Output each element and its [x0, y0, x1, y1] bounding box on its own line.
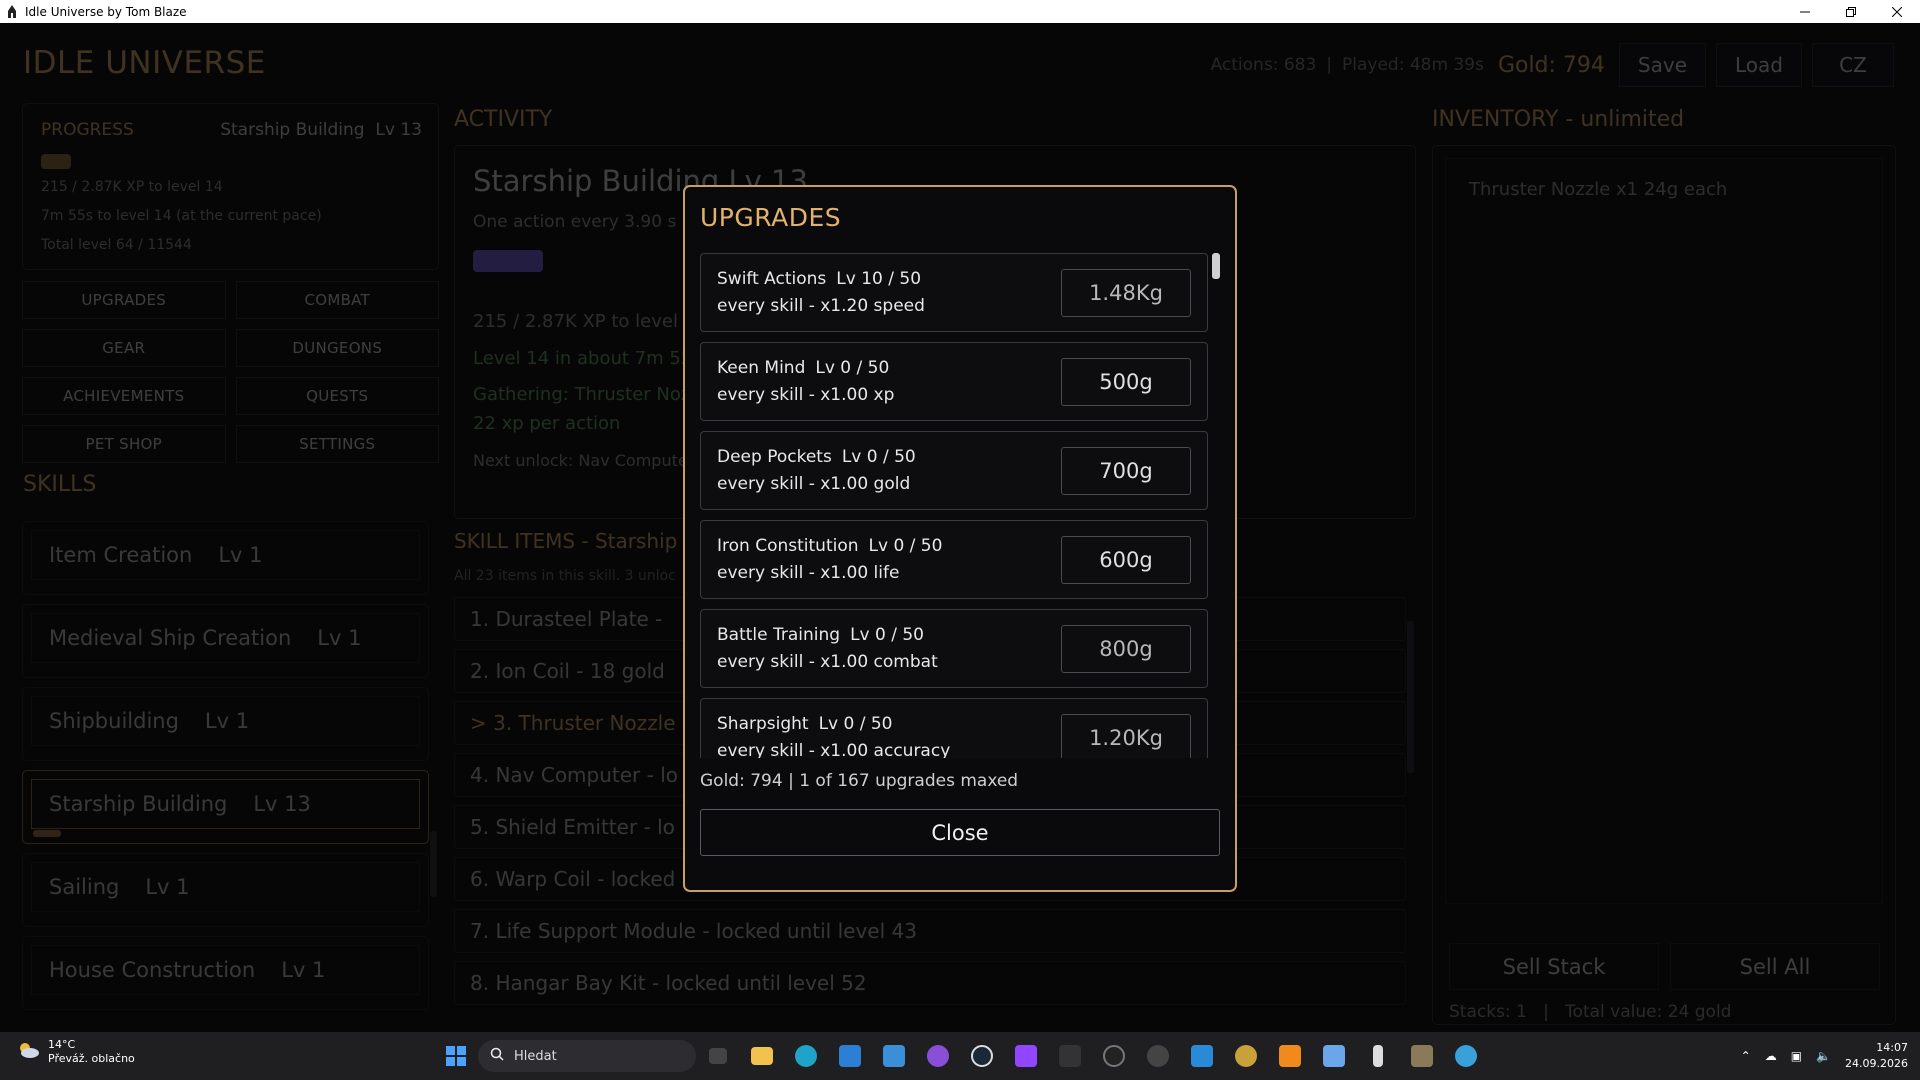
upgrade-name: Swift Actions: [717, 269, 827, 289]
gimp-icon[interactable]: [1400, 1032, 1444, 1080]
upgrade-level: Lv 0 / 50: [815, 358, 890, 378]
outlook-icon[interactable]: [872, 1032, 916, 1080]
upgrade-name: Iron Constitution: [717, 536, 859, 556]
network-icon[interactable]: ▣: [1791, 1049, 1802, 1063]
vscode-icon[interactable]: [1180, 1032, 1224, 1080]
app-w-icon[interactable]: [1224, 1032, 1268, 1080]
weather-temp: 14°C: [48, 1038, 76, 1051]
upgrade-desc: every skill - x1.20 speed: [717, 296, 925, 316]
upgrade-name: Deep Pockets: [717, 447, 832, 467]
file-explorer-icon[interactable]: [740, 1032, 784, 1080]
weather-desc: Převáž. oblačno: [48, 1052, 135, 1065]
upgrade-desc: every skill - x1.00 combat: [717, 652, 938, 672]
upgrade-card: Sharpsight Lv 0 / 50 every skill - x1.00 …: [700, 698, 1208, 758]
taskbar: 14°C Převáž. oblačno Hledat ⌃ ☁ ▣ 🔈 14:07…: [0, 1032, 1920, 1080]
search-placeholder: Hledat: [514, 1048, 557, 1064]
upgrade-level: Lv 0 / 50: [841, 447, 916, 467]
system-tray: ⌃ ☁ ▣ 🔈 14:07 24.09.2026: [1741, 1032, 1908, 1080]
twitch-icon[interactable]: [1004, 1032, 1048, 1080]
cloud-sync-icon[interactable]: ☁: [1765, 1049, 1777, 1063]
upgrades-modal: UPGRADES Swift Actions Lv 10 / 50 every s…: [683, 185, 1237, 892]
upgrades-list: Swift Actions Lv 10 / 50 every skill - x1…: [700, 253, 1208, 758]
clock-date: 24.09.2026: [1845, 1057, 1908, 1070]
upgrade-card: Keen Mind Lv 0 / 50 every skill - x1.00 x…: [700, 342, 1208, 421]
upgrade-level: Lv 10 / 50: [836, 269, 922, 289]
modal-title: UPGRADES: [700, 203, 842, 232]
volume-icon[interactable]: 🔈: [1816, 1049, 1831, 1063]
epic-icon[interactable]: [1048, 1032, 1092, 1080]
modal-footer: Gold: 794 | 1 of 167 upgrades maxed: [700, 771, 1019, 791]
app-icon: [5, 4, 19, 19]
weather-widget[interactable]: 14°C Převáž. oblačno: [16, 1038, 135, 1066]
app-area: IDLE UNIVERSE Actions: 683 | Played: 48m…: [0, 23, 1920, 1032]
upgrade-level: Lv 0 / 50: [850, 625, 924, 645]
upgrade-card: Battle Training Lv 0 / 50 every skill - x…: [700, 609, 1208, 688]
upgrade-desc: every skill - x1.00 gold: [717, 474, 911, 494]
close-window-icon[interactable]: [1874, 0, 1920, 23]
upgrade-name: Keen Mind: [717, 358, 806, 378]
close-modal-button[interactable]: Close: [700, 809, 1220, 856]
buy-upgrade-button[interactable]: 800g: [1061, 625, 1191, 673]
pinned-apps: [696, 1032, 1488, 1080]
weather-cloud-icon: [16, 1040, 40, 1064]
taskbar-search[interactable]: Hledat: [478, 1040, 696, 1072]
app-dark-icon[interactable]: [1092, 1032, 1136, 1080]
clock[interactable]: 14:07 24.09.2026: [1845, 1040, 1908, 1072]
app-blue-icon[interactable]: [1312, 1032, 1356, 1080]
task-view-icon[interactable]: [696, 1032, 740, 1080]
vlc-icon[interactable]: [1268, 1032, 1312, 1080]
upgrade-name: Sharpsight: [717, 714, 809, 734]
upgrade-name: Battle Training: [717, 625, 841, 645]
taskbar-apps: [434, 1032, 478, 1080]
buy-upgrade-button[interactable]: 700g: [1061, 447, 1191, 495]
app-purple-icon[interactable]: [916, 1032, 960, 1080]
idle-universe-taskbar-icon[interactable]: [1356, 1032, 1400, 1080]
window-title: Idle Universe by Tom Blaze: [25, 4, 187, 19]
window-titlebar: Idle Universe by Tom Blaze: [0, 0, 1920, 23]
app-globe-icon[interactable]: [1444, 1032, 1488, 1080]
buy-upgrade-button[interactable]: 1.48Kg: [1061, 269, 1191, 317]
buy-upgrade-button[interactable]: 1.20Kg: [1061, 714, 1191, 758]
upgrade-desc: every skill - x1.00 xp: [717, 385, 895, 405]
app-spade-icon[interactable]: [1136, 1032, 1180, 1080]
store-icon[interactable]: [828, 1032, 872, 1080]
restore-icon[interactable]: [1828, 0, 1874, 23]
buy-upgrade-button[interactable]: 600g: [1061, 536, 1191, 584]
clock-time: 14:07: [1876, 1041, 1908, 1054]
minimize-icon[interactable]: [1782, 0, 1828, 23]
upgrade-card: Deep Pockets Lv 0 / 50 every skill - x1.0…: [700, 431, 1208, 510]
upgrade-desc: every skill - x1.00 life: [717, 563, 900, 583]
windows-start-icon[interactable]: [434, 1032, 478, 1080]
steam-icon[interactable]: [960, 1032, 1004, 1080]
upgrade-level: Lv 0 / 50: [868, 536, 943, 556]
upgrade-card: Iron Constitution Lv 0 / 50 every skill -…: [700, 520, 1208, 599]
buy-upgrade-button[interactable]: 500g: [1061, 358, 1191, 406]
upgrade-desc: every skill - x1.00 accuracy: [717, 741, 951, 758]
search-icon: [490, 1047, 504, 1065]
edge-icon[interactable]: [784, 1032, 828, 1080]
upgrade-card: Swift Actions Lv 10 / 50 every skill - x1…: [700, 253, 1208, 332]
modal-scrollbar[interactable]: [1212, 253, 1220, 279]
chevron-up-icon[interactable]: ⌃: [1741, 1049, 1751, 1063]
upgrade-level: Lv 0 / 50: [818, 714, 893, 734]
